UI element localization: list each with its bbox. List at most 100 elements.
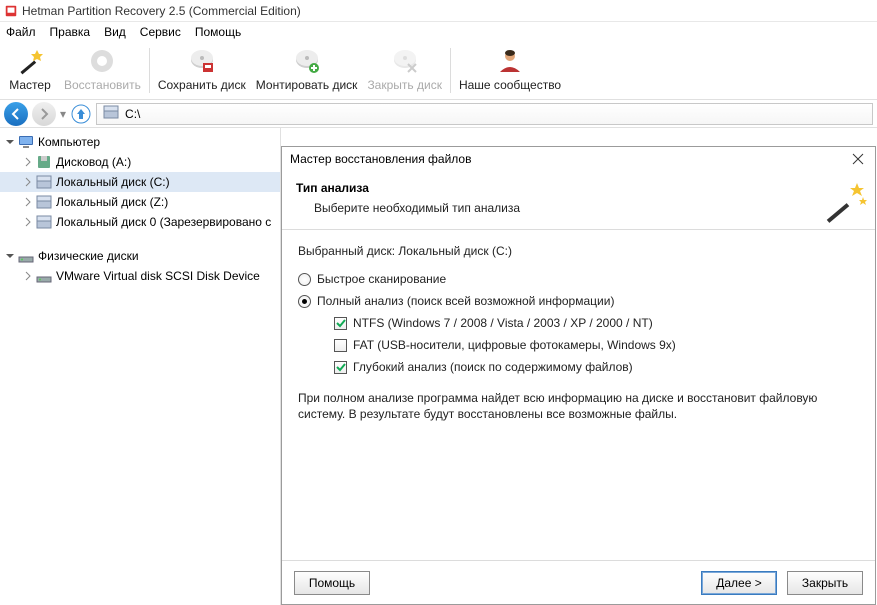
tool-mount-disk-label: Монтировать диск	[256, 78, 358, 92]
tree-node-label: Локальный диск (C:)	[56, 175, 274, 189]
menu-view[interactable]: Вид	[104, 25, 126, 39]
radio-full-analysis[interactable]: Полный анализ (поиск всей возможной инфо…	[298, 294, 859, 308]
checkbox-icon	[334, 339, 347, 352]
recovery-wizard-dialog: Мастер восстановления файлов Тип анализа…	[281, 146, 876, 605]
dialog-title-bar: Мастер восстановления файлов	[282, 147, 875, 171]
nav-bar: ▾ C:\	[0, 100, 877, 128]
dialog-subheading: Выберите необходимый тип анализа	[314, 201, 861, 215]
dialog-body: Выбранный диск: Локальный диск (C:) Быст…	[282, 230, 875, 560]
tool-save-disk-label: Сохранить диск	[158, 78, 246, 92]
address-bar[interactable]: C:\	[96, 103, 873, 125]
tree-node-label: Локальный диск (Z:)	[56, 195, 274, 209]
tree-node-label: Дисковод (A:)	[56, 155, 274, 169]
tree-node-disk-z[interactable]: Локальный диск (Z:)	[0, 192, 280, 212]
toolbar-separator-2	[450, 48, 451, 93]
title-bar: Hetman Partition Recovery 2.5 (Commercia…	[0, 0, 877, 22]
next-button-label: Далее >	[716, 576, 762, 590]
checkbox-deep-label: Глубокий анализ (поиск по содержимому фа…	[353, 360, 633, 374]
collapse-icon[interactable]	[4, 136, 16, 148]
nav-history-dropdown-icon[interactable]: ▾	[60, 107, 66, 121]
nav-forward-button[interactable]	[32, 102, 56, 126]
dialog-footer: Помощь Далее > Закрыть	[282, 560, 875, 604]
tree-panel: Компьютер Дисковод (A:) Локальный диск (…	[0, 128, 281, 605]
close-button[interactable]: Закрыть	[787, 571, 863, 595]
app-icon	[4, 4, 18, 18]
expand-icon[interactable]	[22, 216, 34, 228]
lifebuoy-icon	[87, 46, 117, 76]
checkbox-fat-label: FAT (USB-носители, цифровые фотокамеры, …	[353, 338, 676, 352]
checkbox-icon	[334, 361, 347, 374]
tool-close-disk-label: Закрыть диск	[367, 78, 442, 92]
radio-fast-scan-label: Быстрое сканирование	[317, 272, 446, 286]
dialog-close-button[interactable]	[849, 150, 867, 168]
tree-node-physical[interactable]: Физические диски	[0, 246, 280, 266]
menu-bar: Файл Правка Вид Сервис Помощь	[0, 22, 877, 42]
tree-node-disk-c[interactable]: Локальный диск (C:)	[0, 172, 280, 192]
hdd-icon	[36, 268, 52, 284]
checkbox-ntfs-label: NTFS (Windows 7 / 2008 / Vista / 2003 / …	[353, 316, 653, 330]
tool-wizard[interactable]: Мастер	[6, 46, 54, 92]
tool-wizard-label: Мастер	[9, 78, 51, 92]
checkbox-icon	[334, 317, 347, 330]
tool-mount-disk[interactable]: Монтировать диск	[256, 46, 358, 92]
toolbar-separator	[149, 48, 150, 93]
radio-fast-scan[interactable]: Быстрое сканирование	[298, 272, 859, 286]
checkbox-fat[interactable]: FAT (USB-носители, цифровые фотокамеры, …	[334, 338, 859, 352]
nav-up-button[interactable]	[70, 103, 92, 125]
tool-recover-label: Восстановить	[64, 78, 141, 92]
dialog-title: Мастер восстановления файлов	[290, 152, 849, 166]
tool-community[interactable]: Наше сообщество	[459, 46, 561, 92]
expand-icon[interactable]	[22, 196, 34, 208]
wizard-wand-icon	[819, 177, 869, 227]
tool-close-disk: Закрыть диск	[367, 46, 442, 92]
tree-node-label: Компьютер	[38, 135, 274, 149]
expand-icon[interactable]	[22, 156, 34, 168]
tree-node-label: Локальный диск 0 (Зарезервировано с	[56, 215, 274, 229]
menu-edit[interactable]: Правка	[50, 25, 91, 39]
tree-node-floppy[interactable]: Дисковод (A:)	[0, 152, 280, 172]
disk-close-icon	[390, 46, 420, 76]
drive-icon	[103, 104, 119, 123]
tree-node-disk-reserved[interactable]: Локальный диск 0 (Зарезервировано с	[0, 212, 280, 232]
menu-file[interactable]: Файл	[6, 25, 36, 39]
menu-help[interactable]: Помощь	[195, 25, 241, 39]
tree-node-computer[interactable]: Компьютер	[0, 132, 280, 152]
menu-service[interactable]: Сервис	[140, 25, 181, 39]
radio-full-analysis-label: Полный анализ (поиск всей возможной инфо…	[317, 294, 614, 308]
radio-icon	[298, 273, 311, 286]
window-title: Hetman Partition Recovery 2.5 (Commercia…	[22, 4, 301, 18]
tree-node-vmware-disk[interactable]: VMware Virtual disk SCSI Disk Device	[0, 266, 280, 286]
dialog-note: При полном анализе программа найдет всю …	[298, 390, 859, 422]
checkbox-deep[interactable]: Глубокий анализ (поиск по содержимому фа…	[334, 360, 859, 374]
checkbox-ntfs[interactable]: NTFS (Windows 7 / 2008 / Vista / 2003 / …	[334, 316, 859, 330]
tree-node-label: Физические диски	[38, 249, 274, 263]
radio-icon	[298, 295, 311, 308]
tool-recover: Восстановить	[64, 46, 141, 92]
drive-icon	[36, 194, 52, 210]
hdd-icon	[18, 248, 34, 264]
tree-node-label: VMware Virtual disk SCSI Disk Device	[56, 269, 274, 283]
next-button[interactable]: Далее >	[701, 571, 777, 595]
person-icon	[495, 46, 525, 76]
floppy-icon	[36, 154, 52, 170]
close-button-label: Закрыть	[802, 576, 848, 590]
address-path: C:\	[125, 107, 140, 121]
drive-icon	[36, 214, 52, 230]
collapse-icon[interactable]	[4, 250, 16, 262]
nav-back-button[interactable]	[4, 102, 28, 126]
drive-icon	[36, 174, 52, 190]
toolbar: Мастер Восстановить Сохранить диск Монти…	[0, 42, 877, 100]
tool-save-disk[interactable]: Сохранить диск	[158, 46, 246, 92]
wand-icon	[15, 46, 45, 76]
tool-community-label: Наше сообщество	[459, 78, 561, 92]
dialog-header: Тип анализа Выберите необходимый тип ана…	[282, 171, 875, 230]
expand-icon[interactable]	[22, 176, 34, 188]
expand-icon[interactable]	[22, 270, 34, 282]
disk-mount-icon	[292, 46, 322, 76]
computer-icon	[18, 134, 34, 150]
help-button-label: Помощь	[309, 576, 355, 590]
dialog-heading: Тип анализа	[296, 181, 861, 195]
help-button[interactable]: Помощь	[294, 571, 370, 595]
selected-disk-label: Выбранный диск: Локальный диск (C:)	[298, 244, 859, 258]
disk-save-icon	[187, 46, 217, 76]
